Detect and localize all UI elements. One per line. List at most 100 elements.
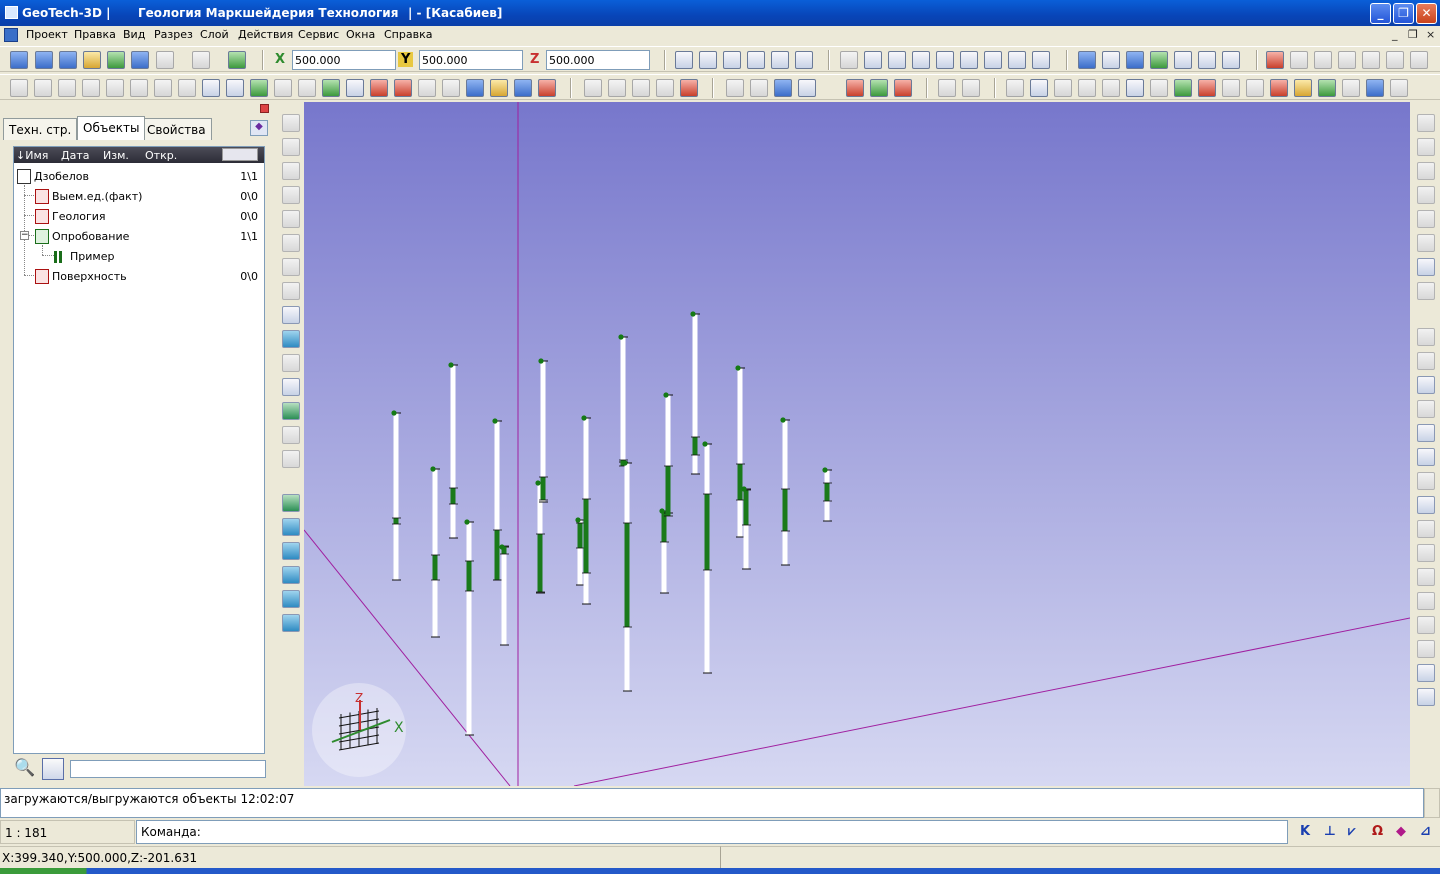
globe-tool-icon[interactable] <box>1222 79 1240 97</box>
stack-layers-icon[interactable] <box>282 494 300 512</box>
save-icon[interactable] <box>35 51 53 69</box>
command-line[interactable]: Команда: <box>136 820 1288 844</box>
tab-tech-structure[interactable]: Техн. стр. <box>3 118 78 140</box>
fan-tool-icon[interactable] <box>798 79 816 97</box>
pattern-tool-icon[interactable] <box>322 79 340 97</box>
target-icon[interactable] <box>1270 79 1288 97</box>
menu-edit[interactable]: Правка <box>74 28 116 41</box>
menu-view[interactable]: Вид <box>123 28 145 41</box>
angle-tool-icon[interactable] <box>106 79 124 97</box>
view-cube-2-icon[interactable] <box>282 542 300 560</box>
k-tool-icon[interactable] <box>1078 51 1096 69</box>
list-tool-icon[interactable] <box>1390 79 1408 97</box>
angle-icon[interactable] <box>1338 51 1356 69</box>
tab-properties[interactable]: Свойства <box>141 118 212 140</box>
drive-icon[interactable] <box>1366 79 1384 97</box>
n-tool-icon[interactable] <box>1174 79 1192 97</box>
tree-item[interactable]: Дзобелов 1\1 <box>14 167 264 187</box>
slope-tool-icon[interactable] <box>750 79 768 97</box>
pipe-tool-icon[interactable] <box>154 79 172 97</box>
eraser-icon[interactable] <box>894 79 912 97</box>
map-tool-icon[interactable] <box>1126 79 1144 97</box>
message-scrollbar[interactable] <box>1424 788 1440 818</box>
surface-tool-icon[interactable] <box>274 79 292 97</box>
cone-tool-icon[interactable] <box>490 79 508 97</box>
funnel-tool-icon[interactable] <box>514 79 532 97</box>
clip-tool-icon[interactable] <box>370 79 388 97</box>
y-coordinate-input[interactable] <box>419 50 523 70</box>
arc-tool-icon[interactable] <box>888 51 906 69</box>
circle-right-icon[interactable] <box>1417 138 1435 156</box>
columns-tool-icon[interactable] <box>82 79 100 97</box>
split-icon[interactable] <box>1417 282 1435 300</box>
rounded-icon[interactable] <box>1417 640 1435 658</box>
clock-icon[interactable] <box>228 51 246 69</box>
stack-tool-icon[interactable] <box>962 79 980 97</box>
tilt-icon[interactable] <box>1417 496 1435 514</box>
profile-tool-icon[interactable] <box>202 79 220 97</box>
mdi-restore-button[interactable]: ❐ <box>1408 28 1418 41</box>
mdi-system-icon[interactable] <box>4 28 18 42</box>
cylinder-icon[interactable] <box>1417 568 1435 586</box>
dashes-tool-icon[interactable] <box>1198 79 1216 97</box>
curve-tool-icon[interactable] <box>912 51 930 69</box>
pointer-icon[interactable] <box>282 186 300 204</box>
table-grid-icon[interactable] <box>608 79 626 97</box>
cube-icon[interactable] <box>107 51 125 69</box>
view-cube-3-icon[interactable] <box>282 566 300 584</box>
curve-chart-icon[interactable] <box>1078 79 1096 97</box>
scissor-icon[interactable] <box>1417 424 1435 442</box>
polygon-icon[interactable] <box>282 282 300 300</box>
extend-icon[interactable] <box>1410 51 1428 69</box>
zone-tool-icon[interactable] <box>298 79 316 97</box>
insert-icon[interactable] <box>282 210 300 228</box>
wave-tool-icon[interactable] <box>226 79 244 97</box>
snap-perpendicular-icon[interactable]: ⊥ <box>1324 824 1336 839</box>
menu-actions[interactable]: Действия <box>238 28 293 41</box>
tree-item[interactable]: Опробование 1\1 <box>14 227 264 247</box>
mine-icon[interactable] <box>1417 592 1435 610</box>
flag-tool-icon[interactable] <box>1150 79 1168 97</box>
menu-help[interactable]: Справка <box>384 28 432 41</box>
object-props-icon[interactable] <box>83 51 101 69</box>
chart-tool-icon[interactable] <box>346 79 364 97</box>
column-date[interactable]: Дата <box>61 149 89 162</box>
star-icon[interactable] <box>282 426 300 444</box>
cross-right-icon[interactable] <box>1417 376 1435 394</box>
palette-icon[interactable] <box>1150 51 1168 69</box>
mesh-tool-icon[interactable] <box>584 79 602 97</box>
open-icon[interactable] <box>10 51 28 69</box>
pick-icon[interactable] <box>1417 664 1435 682</box>
hexagon-2-icon[interactable] <box>1417 352 1435 370</box>
shape-icon[interactable] <box>282 354 300 372</box>
contour-tool-icon[interactable] <box>130 79 148 97</box>
drillhole-scene[interactable]: Z X <box>304 102 1410 786</box>
b-shape-icon[interactable] <box>282 330 300 348</box>
column-modified[interactable]: Изм. <box>103 149 129 162</box>
dots-icon[interactable] <box>1417 400 1435 418</box>
grid-icon[interactable] <box>1174 51 1192 69</box>
line-right-icon[interactable] <box>1417 186 1435 204</box>
object-tree[interactable]: ↓Имя Дата Изм. Откр. − Дзобелов 1\1 Выем… <box>13 146 265 754</box>
cells-tool-icon[interactable] <box>656 79 674 97</box>
offset-icon[interactable] <box>1386 51 1404 69</box>
menu-service[interactable]: Сервис <box>298 28 339 41</box>
measure-icon[interactable] <box>1266 51 1284 69</box>
fill-tool-icon[interactable] <box>394 79 412 97</box>
search-icon[interactable]: 🔍 <box>14 758 36 780</box>
no-entry-icon[interactable] <box>680 79 698 97</box>
ruler-icon[interactable] <box>1294 79 1312 97</box>
view-back-icon[interactable] <box>699 51 717 69</box>
layers-color-icon[interactable] <box>774 79 792 97</box>
flat-icon[interactable] <box>1417 616 1435 634</box>
layer-stack-icon[interactable] <box>250 79 268 97</box>
object-search-input[interactable] <box>70 760 266 778</box>
spiral-icon[interactable] <box>1417 162 1435 180</box>
box-tool-icon[interactable] <box>726 79 744 97</box>
menu-section[interactable]: Разрез <box>154 28 193 41</box>
menu-project[interactable]: Проект <box>26 28 68 41</box>
line-tool-icon[interactable] <box>58 79 76 97</box>
keyboard-icon[interactable] <box>1222 51 1240 69</box>
bucket-tool-icon[interactable] <box>466 79 484 97</box>
view-left-icon[interactable] <box>723 51 741 69</box>
